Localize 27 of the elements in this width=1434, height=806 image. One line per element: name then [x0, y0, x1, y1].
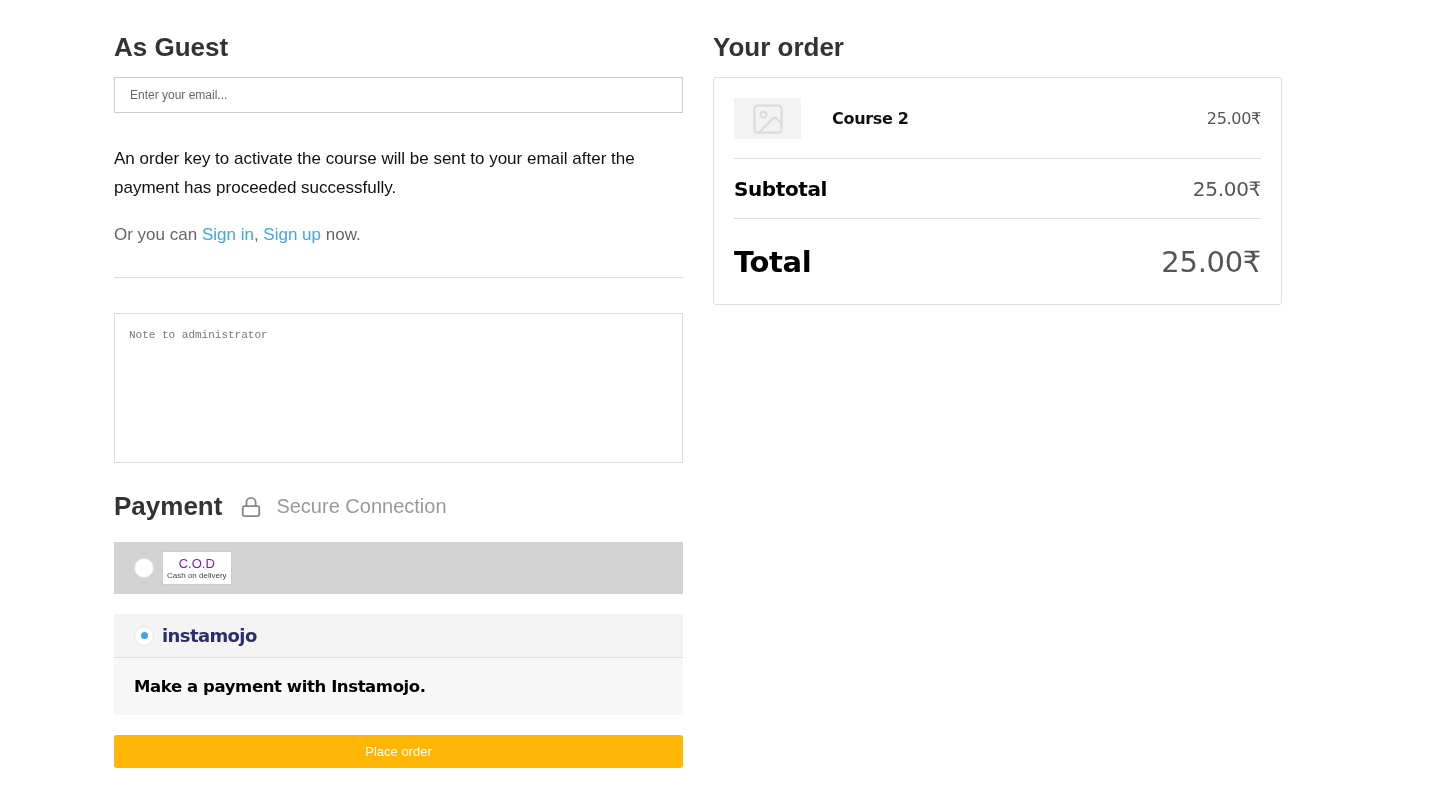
auth-link[interactable]: Sign in: [201, 225, 254, 244]
section-title: As Guest: [114, 32, 230, 63]
image-placeholder-icon: [734, 98, 801, 139]
subtotal-value: 25.00₹: [1192, 176, 1261, 201]
place-order-button[interactable]: Place order: [114, 735, 683, 768]
info-text: An order key to activate the course will be sent to your email after the payment has proceeded successfully.: [114, 148, 636, 199]
secure-label: Secure Connection: [276, 495, 447, 518]
instamojo-logo: instamojo: [162, 625, 257, 646]
sign-in-note: Or you can Sign in, Sign up now.: [114, 224, 362, 246]
cod-logo-title: C.O.D: [178, 555, 215, 571]
lock-icon: [240, 495, 263, 518]
auth-link[interactable]: Sign up: [263, 225, 321, 244]
item-price: 25.00₹: [1206, 109, 1261, 128]
cod-logo-subtitle: Cash on delivery: [167, 570, 227, 581]
section-title: Payment: [114, 491, 223, 522]
total-value: 25.00₹: [1161, 244, 1261, 279]
email-input[interactable]: Enter your email...: [114, 77, 683, 113]
payment-description: Make a payment with Instamojo.: [134, 677, 426, 696]
section-title: Your order: [713, 32, 845, 63]
subtotal-label: Subtotal: [734, 176, 827, 201]
payment-method-panel[interactable]: instamojo Make a payment with Instamojo.: [114, 614, 683, 715]
total-label: Total: [734, 244, 812, 279]
radio-button[interactable]: [134, 558, 154, 578]
payment-method-panel[interactable]: C.O.D Cash on delivery: [114, 542, 683, 594]
item-name: Course 2: [832, 109, 909, 128]
note-textarea[interactable]: Note to administrator: [114, 313, 683, 463]
radio-button[interactable]: [134, 625, 154, 646]
